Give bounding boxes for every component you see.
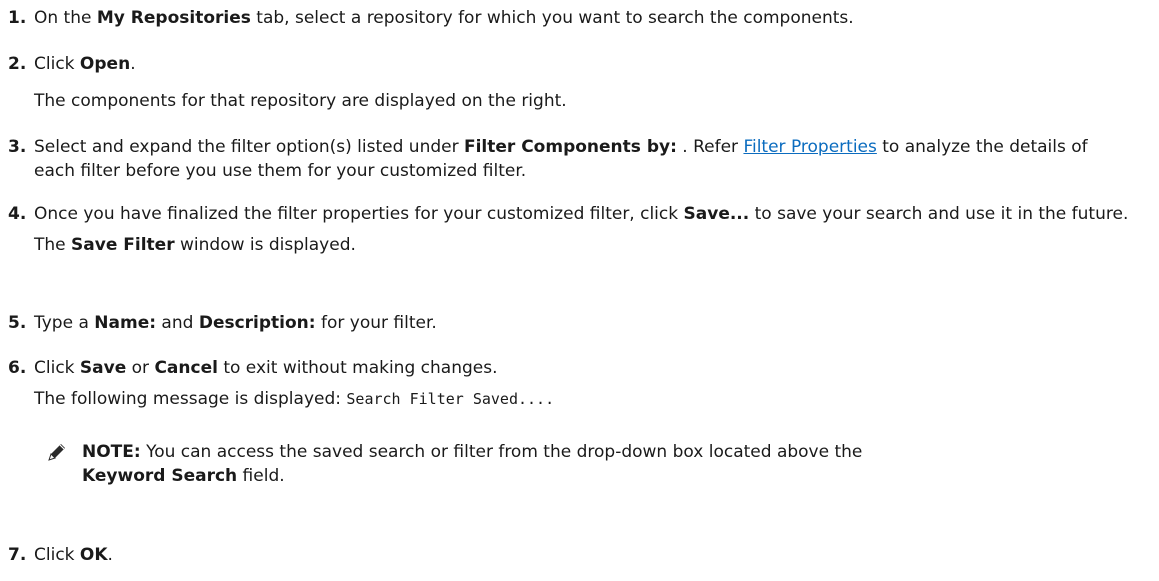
step-text: Click OK.: [34, 545, 113, 565]
step-result-text: The following message is displayed: Sear…: [34, 389, 555, 409]
status-message: Search Filter Saved....: [346, 390, 555, 408]
step-text: Click Save or Cancel to exit without mak…: [34, 358, 498, 378]
step-result-text: The components for that repository are d…: [34, 91, 567, 111]
step-result-text: The Save Filter window is displayed.: [34, 235, 356, 255]
step-number: 6.: [8, 358, 27, 378]
step-number: 5.: [8, 313, 27, 333]
step-number: 1.: [8, 8, 27, 28]
note-label: NOTE:: [82, 442, 141, 462]
step-number: 7.: [8, 545, 27, 565]
filter-properties-link[interactable]: Filter Properties: [743, 137, 876, 157]
step-text: Once you have finalized the filter prope…: [34, 204, 1129, 224]
step-number: 3.: [8, 137, 27, 157]
step-text: Click Open.: [34, 54, 136, 74]
step-text: Select and expand the filter option(s) l…: [34, 137, 1088, 181]
step-text: On the My Repositories tab, select a rep…: [34, 8, 854, 28]
step-text: Type a Name: and Description: for your f…: [34, 313, 437, 333]
step-number: 4.: [8, 204, 27, 224]
pencil-icon: [48, 444, 65, 461]
step-number: 2.: [8, 54, 27, 74]
document: 1. On the My Repositories tab, select a …: [0, 0, 1159, 581]
note-text: NOTE: You can access the saved search or…: [82, 442, 863, 486]
